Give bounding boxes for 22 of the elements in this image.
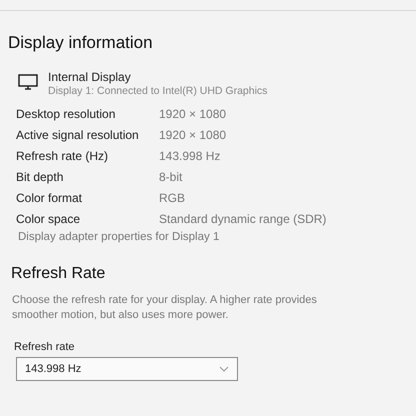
property-value: Standard dynamic range (SDR): [159, 212, 328, 226]
property-label: Bit depth: [16, 170, 64, 184]
section-heading: Display information: [8, 33, 154, 53]
adapter-properties-link[interactable]: Display adapter properties for Display 1: [18, 231, 416, 243]
field-label: Refresh rate: [14, 341, 76, 353]
property-label: Color format: [16, 191, 84, 205]
property-value: 1920 × 1080: [159, 107, 228, 121]
refresh-rate-description: Choose the refresh rate for your display. A higher rate provides smoother motion, but also uses more power.: [12, 293, 318, 323]
display-name: Internal Display: [48, 70, 132, 84]
refresh-rate-heading: Refresh Rate: [11, 265, 106, 283]
property-value: 8-bit: [159, 170, 184, 184]
refresh-rate-dropdown[interactable]: 143.998 Hz: [16, 357, 238, 381]
property-value: 143.998 Hz: [159, 149, 222, 163]
property-value: 1920 × 1080: [159, 128, 228, 142]
display-subtitle: Display 1: Connected to Intel(R) UHD Graphics: [48, 85, 268, 97]
monitor-icon: [18, 74, 38, 90]
property-label: Desktop resolution: [16, 107, 116, 121]
property-value: RGB: [159, 191, 186, 205]
property-label: Refresh rate (Hz): [16, 149, 110, 163]
property-label: Color space: [16, 212, 82, 226]
property-label: Active signal resolution: [16, 128, 140, 142]
chevron-down-icon: [219, 366, 229, 372]
